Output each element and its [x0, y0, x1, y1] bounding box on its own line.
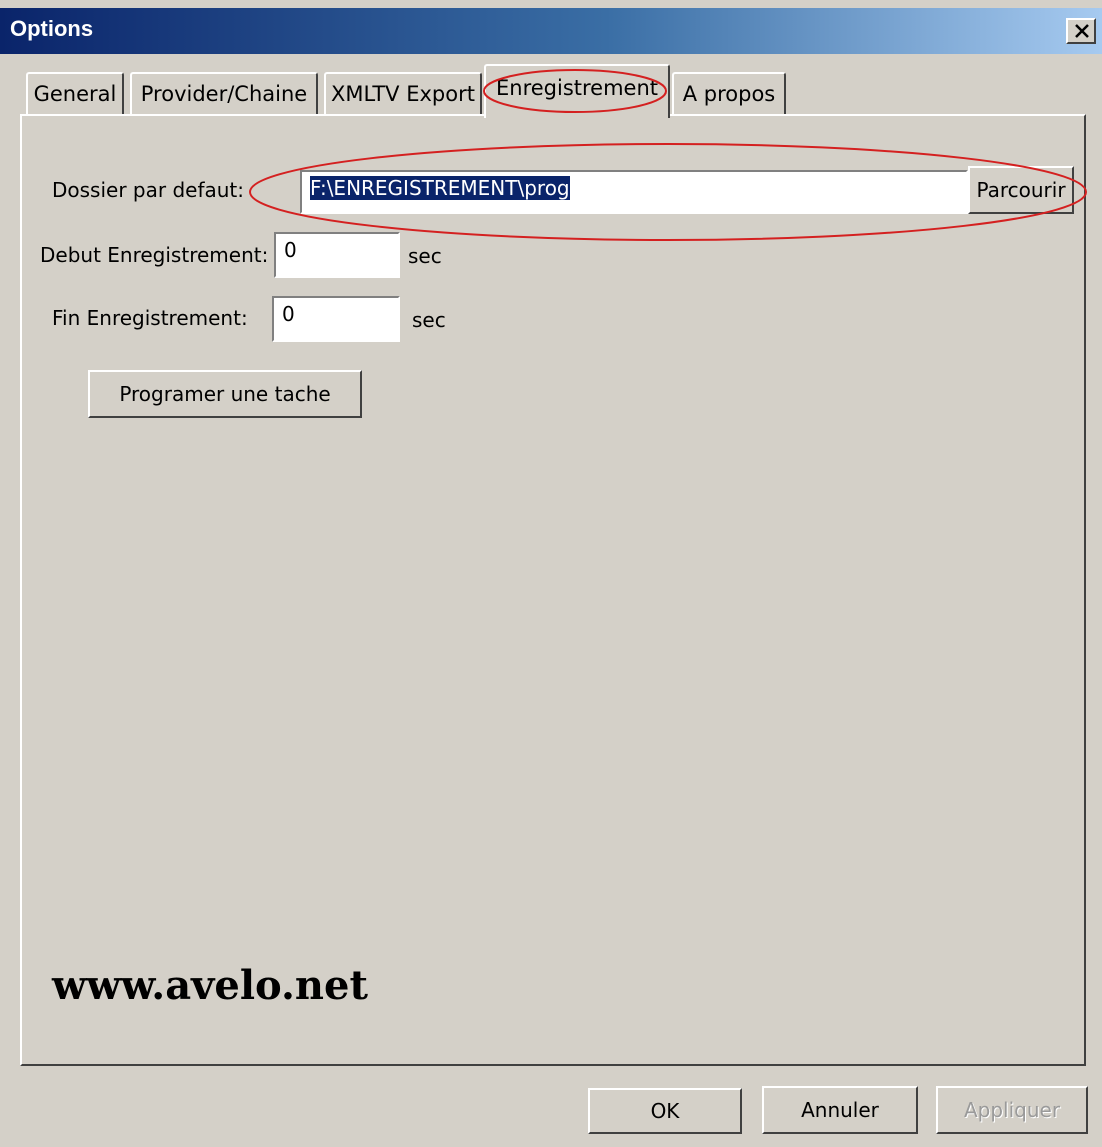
folder-label: Dossier par defaut:: [52, 178, 245, 202]
end-label: Fin Enregistrement:: [52, 306, 248, 330]
cancel-button[interactable]: Annuler: [762, 1086, 918, 1134]
watermark-text: www.avelo.net: [52, 962, 368, 1009]
tab-xmltv-export[interactable]: XMLTV Export: [324, 72, 482, 116]
end-input[interactable]: 0: [272, 296, 400, 342]
close-button[interactable]: [1066, 18, 1096, 44]
close-icon: [1075, 24, 1089, 38]
window-title: Options: [10, 16, 94, 41]
tab-general[interactable]: General: [26, 72, 124, 116]
tab-enregistrement[interactable]: Enregistrement: [484, 64, 670, 118]
start-unit: sec: [408, 244, 442, 268]
folder-input[interactable]: F:\ENREGISTREMENT\prog: [300, 170, 968, 214]
apply-button[interactable]: Appliquer: [936, 1086, 1088, 1134]
start-input[interactable]: 0: [274, 232, 400, 278]
end-unit: sec: [412, 308, 446, 332]
title-bar: Options: [0, 8, 1102, 54]
browse-button[interactable]: Parcourir: [968, 166, 1074, 214]
folder-value: F:\ENREGISTREMENT\prog: [310, 176, 570, 200]
tab-a-propos[interactable]: A propos: [672, 72, 786, 116]
schedule-task-button[interactable]: Programer une tache: [88, 370, 362, 418]
tab-provider-chaine[interactable]: Provider/Chaine: [130, 72, 318, 116]
start-label: Debut Enregistrement:: [40, 243, 269, 267]
ok-button[interactable]: OK: [588, 1088, 742, 1134]
